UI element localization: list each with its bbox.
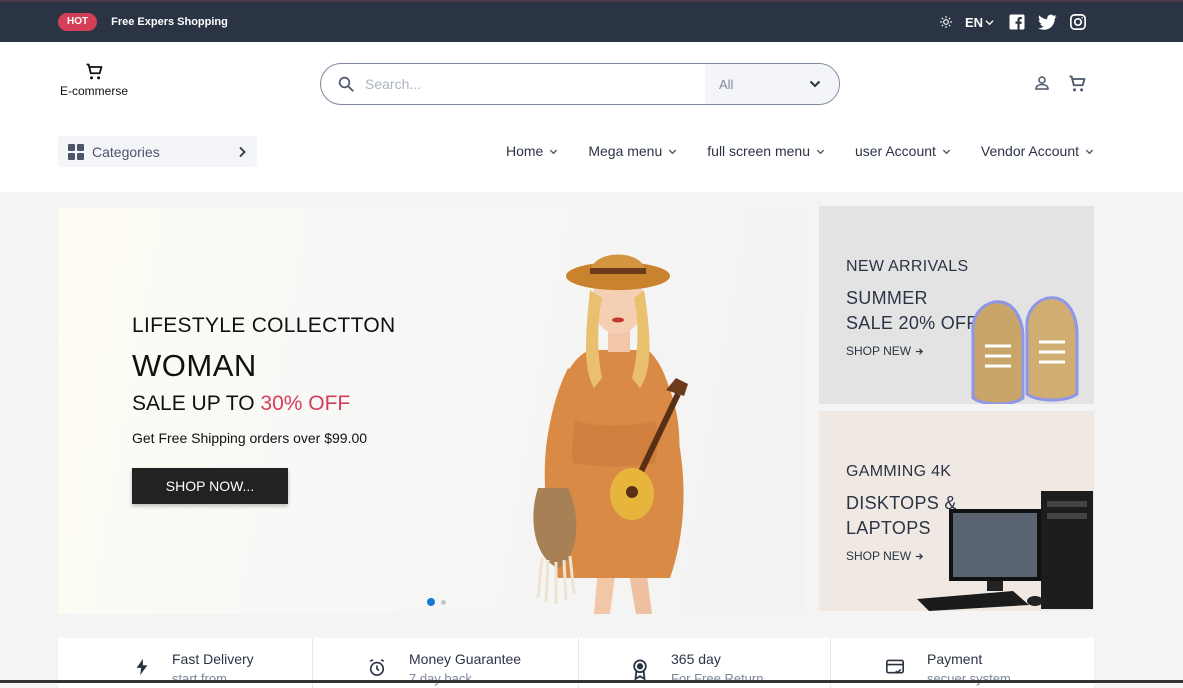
categories-button[interactable]: Categories bbox=[58, 136, 257, 167]
feature-title: Fast Delivery bbox=[172, 651, 254, 667]
alarm-icon bbox=[369, 658, 385, 676]
banner-kicker: NEW ARRIVALS bbox=[846, 258, 969, 275]
hero-shipping: Get Free Shipping orders over $99.00 bbox=[132, 430, 368, 446]
instagram-icon[interactable] bbox=[1069, 13, 1087, 31]
grid-icon bbox=[68, 143, 84, 160]
carousel-dots bbox=[427, 598, 446, 606]
nav-item-full-screen-menu[interactable]: full screen menu bbox=[707, 143, 825, 159]
banner-title-line: SALE 20% OFF bbox=[846, 313, 978, 333]
banner-title: SUMMER SALE 20% OFF bbox=[846, 286, 978, 336]
feature-subtitle: 7 day back bbox=[409, 671, 472, 686]
hero-title: WOMAN bbox=[132, 348, 257, 383]
logo-cart-icon bbox=[86, 63, 103, 80]
cart-icon[interactable] bbox=[1067, 74, 1087, 94]
chevron-down-icon bbox=[809, 80, 821, 88]
shop-new-label: SHOP NEW bbox=[846, 344, 912, 358]
desktop-computer-image bbox=[917, 491, 1093, 611]
search-category-select[interactable]: All bbox=[705, 64, 839, 104]
carousel-dot[interactable] bbox=[441, 599, 446, 605]
language-label: EN bbox=[964, 14, 983, 30]
nav-item-user-account[interactable]: user Account bbox=[855, 143, 951, 159]
banner-text: NEW ARRIVALS SUMMER SALE 20% OFF SHOP NEW bbox=[846, 258, 978, 358]
twitter-icon[interactable] bbox=[1038, 14, 1057, 31]
arrow-right-icon bbox=[916, 347, 924, 355]
sneakers-image bbox=[971, 296, 1079, 404]
hero-subtitle: LIFESTYLE COLLECTTON bbox=[132, 314, 396, 337]
nav-item-mega-menu[interactable]: Mega menu bbox=[588, 143, 677, 159]
search-field-wrap bbox=[321, 64, 705, 104]
header: E-commerse All bbox=[0, 42, 1183, 126]
chevron-right-icon bbox=[239, 146, 246, 157]
logo-text: E-commerse bbox=[59, 84, 128, 98]
facebook-icon[interactable] bbox=[1008, 13, 1026, 31]
award-icon bbox=[633, 659, 647, 680]
chevron-down-icon bbox=[942, 149, 951, 154]
feature-title: 365 day bbox=[671, 651, 721, 667]
feature-subtitle: secuer system bbox=[927, 671, 1011, 686]
hero-sale-accent: 30% OFF bbox=[260, 392, 351, 415]
credit-card-icon bbox=[886, 659, 904, 674]
hero-text: LIFESTYLE COLLECTTON WOMAN SALE UP TO 30… bbox=[132, 314, 396, 504]
nav-item-label: full screen menu bbox=[707, 143, 810, 159]
feature-title: Money Guarantee bbox=[409, 651, 522, 667]
hero-sale-prefix: SALE UP TO bbox=[132, 392, 261, 415]
hero-area: LIFESTYLE COLLECTTON WOMAN SALE UP TO 30… bbox=[0, 192, 1183, 622]
feature-title: Payment bbox=[927, 651, 983, 667]
nav-item-label: user Account bbox=[854, 143, 936, 159]
shop-now-button[interactable]: SHOP NOW... bbox=[132, 468, 288, 504]
nav-item-vendor-account[interactable]: Vendor Account bbox=[981, 143, 1094, 159]
shop-new-label: SHOP NEW bbox=[846, 549, 912, 563]
nav-item-label: Home bbox=[505, 143, 544, 159]
search-bar: All bbox=[320, 63, 840, 105]
hero-model-image bbox=[533, 254, 688, 614]
chevron-down-icon bbox=[550, 149, 558, 154]
sun-icon[interactable] bbox=[939, 15, 953, 29]
banner-kicker: GAMMING 4K bbox=[846, 463, 952, 480]
navbar: Categories Home Mega menu full screen me… bbox=[0, 126, 1183, 192]
promo-banner-gaming[interactable]: GAMMING 4K DISKTOPS & LAPTOPS SHOP NEW bbox=[819, 411, 1094, 611]
carousel-dot-active[interactable] bbox=[427, 598, 435, 606]
hero-carousel: LIFESTYLE COLLECTTON WOMAN SALE UP TO 30… bbox=[58, 208, 804, 614]
nav-item-label: Vendor Account bbox=[980, 143, 1079, 159]
chevron-down-icon bbox=[669, 149, 677, 154]
feature-subtitle: start from bbox=[172, 671, 227, 686]
header-icons bbox=[1033, 74, 1087, 94]
bolt-icon bbox=[136, 658, 148, 676]
chevron-down-icon bbox=[1085, 149, 1094, 154]
top-bar: HOT Free Expers Shopping EN bbox=[0, 0, 1183, 42]
top-bar-right: EN bbox=[939, 13, 1087, 31]
nav-item-label: Mega menu bbox=[588, 143, 663, 159]
banner-title-line: SUMMER bbox=[846, 288, 928, 308]
language-selector[interactable]: EN bbox=[965, 15, 994, 30]
promo-text: Free Expers Shopping bbox=[111, 16, 228, 28]
hero-sale: SALE UP TO 30% OFF bbox=[132, 392, 396, 416]
search-category-value: All bbox=[719, 76, 734, 92]
shop-new-link[interactable]: SHOP NEW bbox=[846, 344, 978, 358]
top-bar-left: HOT Free Expers Shopping bbox=[58, 13, 228, 31]
hot-badge: HOT bbox=[58, 13, 98, 31]
user-icon[interactable] bbox=[1033, 74, 1051, 94]
feature-subtitle: For Free Return bbox=[671, 671, 764, 686]
chevron-down-icon bbox=[816, 149, 825, 154]
promo-banner-new-arrivals[interactable]: NEW ARRIVALS SUMMER SALE 20% OFF SHOP NEW bbox=[819, 206, 1094, 404]
chevron-down-icon bbox=[985, 19, 994, 25]
categories-label: Categories bbox=[92, 143, 160, 160]
search-icon bbox=[338, 76, 354, 92]
nav-menu: Home Mega menu full screen menu user Acc… bbox=[506, 143, 1094, 159]
search-input[interactable] bbox=[365, 76, 665, 92]
logo[interactable]: E-commerse bbox=[54, 62, 134, 98]
nav-item-home[interactable]: Home bbox=[506, 143, 558, 159]
